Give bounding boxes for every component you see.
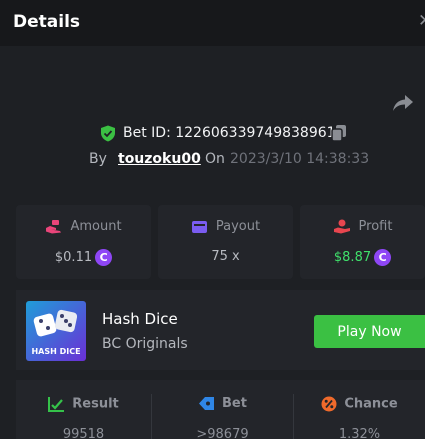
game-thumb-text: HASH DICE: [31, 347, 81, 356]
copy-icon[interactable]: [331, 124, 347, 142]
chance-value: 1.32%: [338, 427, 381, 439]
amount-label: Amount: [70, 219, 122, 234]
percent-icon: [321, 396, 337, 412]
result-stats-panel: Result 99518 Bet >98679 Chance 1.32%: [16, 380, 425, 439]
dice-icon: [33, 309, 78, 337]
game-thumbnail[interactable]: HASH DICE: [26, 301, 86, 361]
by-label: By: [89, 151, 107, 167]
payout-card: Payout 75 x: [158, 205, 293, 279]
chance-label: Chance: [344, 396, 398, 412]
payout-label: Payout: [215, 219, 261, 234]
game-name[interactable]: Hash Dice: [102, 310, 178, 328]
on-label: On: [205, 151, 225, 167]
money-hand-icon: [46, 220, 62, 234]
game-provider: BC Originals: [102, 336, 188, 352]
wallet-icon: [191, 220, 207, 233]
bet-id: Bet ID: 122606339749838961: [123, 125, 336, 141]
coin-icon: C: [95, 249, 113, 266]
amount-card: Amount $0.11 C: [16, 205, 151, 279]
result-value: 99518: [62, 427, 105, 439]
profit-hand-icon: [333, 219, 350, 234]
bet-owner-line: By touzoku00 On 2023/3/10 14:38:33: [0, 150, 425, 170]
payout-value: 75 x: [211, 249, 240, 264]
close-icon[interactable]: ✕: [418, 11, 425, 31]
coin-icon: C: [374, 249, 392, 266]
details-header: Details ✕: [0, 0, 425, 46]
bet-value: >98679: [196, 427, 249, 439]
bet-label: Bet: [222, 396, 247, 411]
bet-date: 2023/3/10 14:38:33: [230, 151, 370, 167]
chart-check-icon: [48, 397, 65, 412]
profit-value: $8.87: [333, 250, 372, 265]
shield-check-icon: [101, 125, 115, 142]
amount-value: $0.11: [54, 250, 93, 265]
game-card: HASH DICE Hash Dice BC Originals Play No…: [16, 290, 425, 370]
share-icon[interactable]: [392, 94, 414, 112]
result-stat: Result 99518: [16, 380, 151, 439]
profit-card: Profit $8.87 C: [300, 205, 425, 279]
page-title: Details: [13, 12, 81, 32]
chance-stat: Chance 1.32%: [294, 380, 425, 439]
profit-label: Profit: [358, 219, 393, 234]
play-now-button[interactable]: Play Now: [314, 315, 425, 348]
bet-id-line: Bet ID: 122606339749838961: [0, 123, 425, 143]
username-link[interactable]: touzoku00: [118, 151, 201, 167]
tag-icon: [199, 397, 215, 410]
bet-stat: Bet >98679: [152, 380, 293, 439]
result-label: Result: [72, 396, 119, 412]
